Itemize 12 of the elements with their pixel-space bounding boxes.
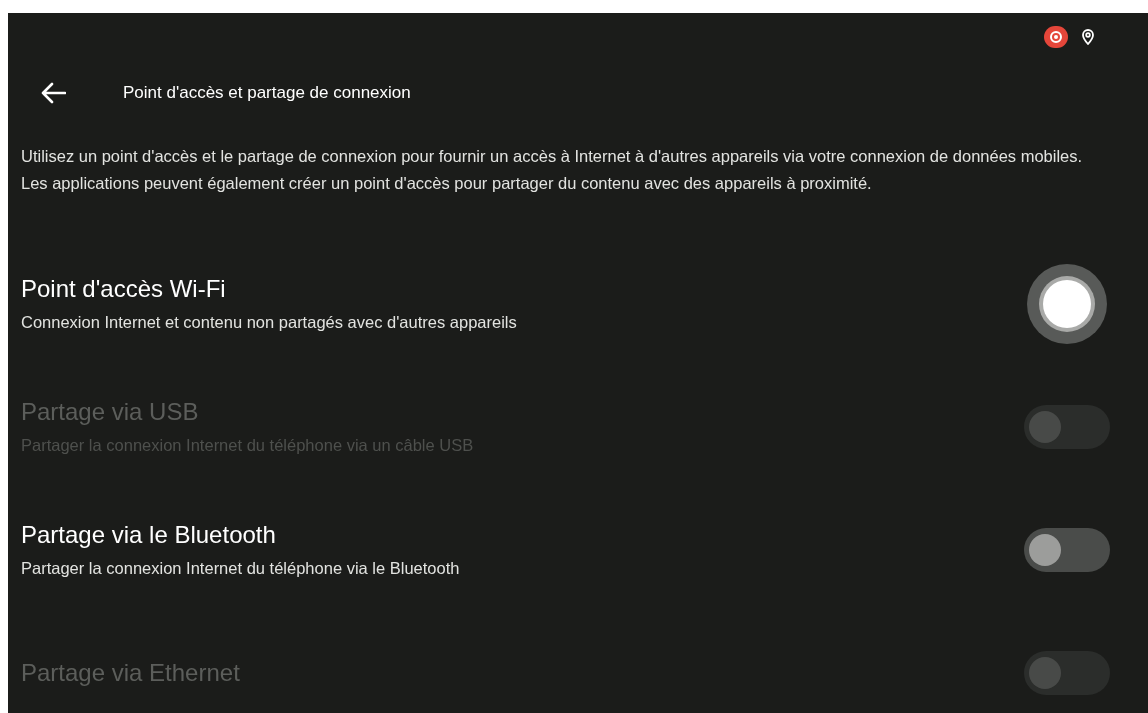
- setting-title: Partage via Ethernet: [21, 657, 240, 688]
- setting-subtitle: Partager la connexion Internet du téléphone via le Bluetooth: [21, 558, 460, 579]
- screen-record-icon: [1044, 25, 1068, 48]
- page-title: Point d'accès et partage de connexion: [123, 82, 411, 105]
- toggle-switch[interactable]: [1024, 527, 1110, 572]
- setting-subtitle: Connexion Internet et contenu non partagés avec d'autres appareils: [21, 312, 517, 333]
- setting-title: Partage via le Bluetooth: [21, 520, 277, 550]
- description-text: Utilisez un point d'accès et le partage de connexion pour fournir un accès à Internet à d'autres appareils via votre connexion de données mobiles. Les applications peuvent également créer un point d'accès pour partager du contenu avec des appareils à proximité.: [20, 146, 1084, 194]
- setting-title: Partage via USB: [21, 397, 200, 427]
- back-arrow-icon[interactable]: [40, 82, 66, 104]
- setting-title: Point d'accès Wi-Fi: [21, 274, 227, 304]
- location-pin-icon: [1082, 28, 1094, 45]
